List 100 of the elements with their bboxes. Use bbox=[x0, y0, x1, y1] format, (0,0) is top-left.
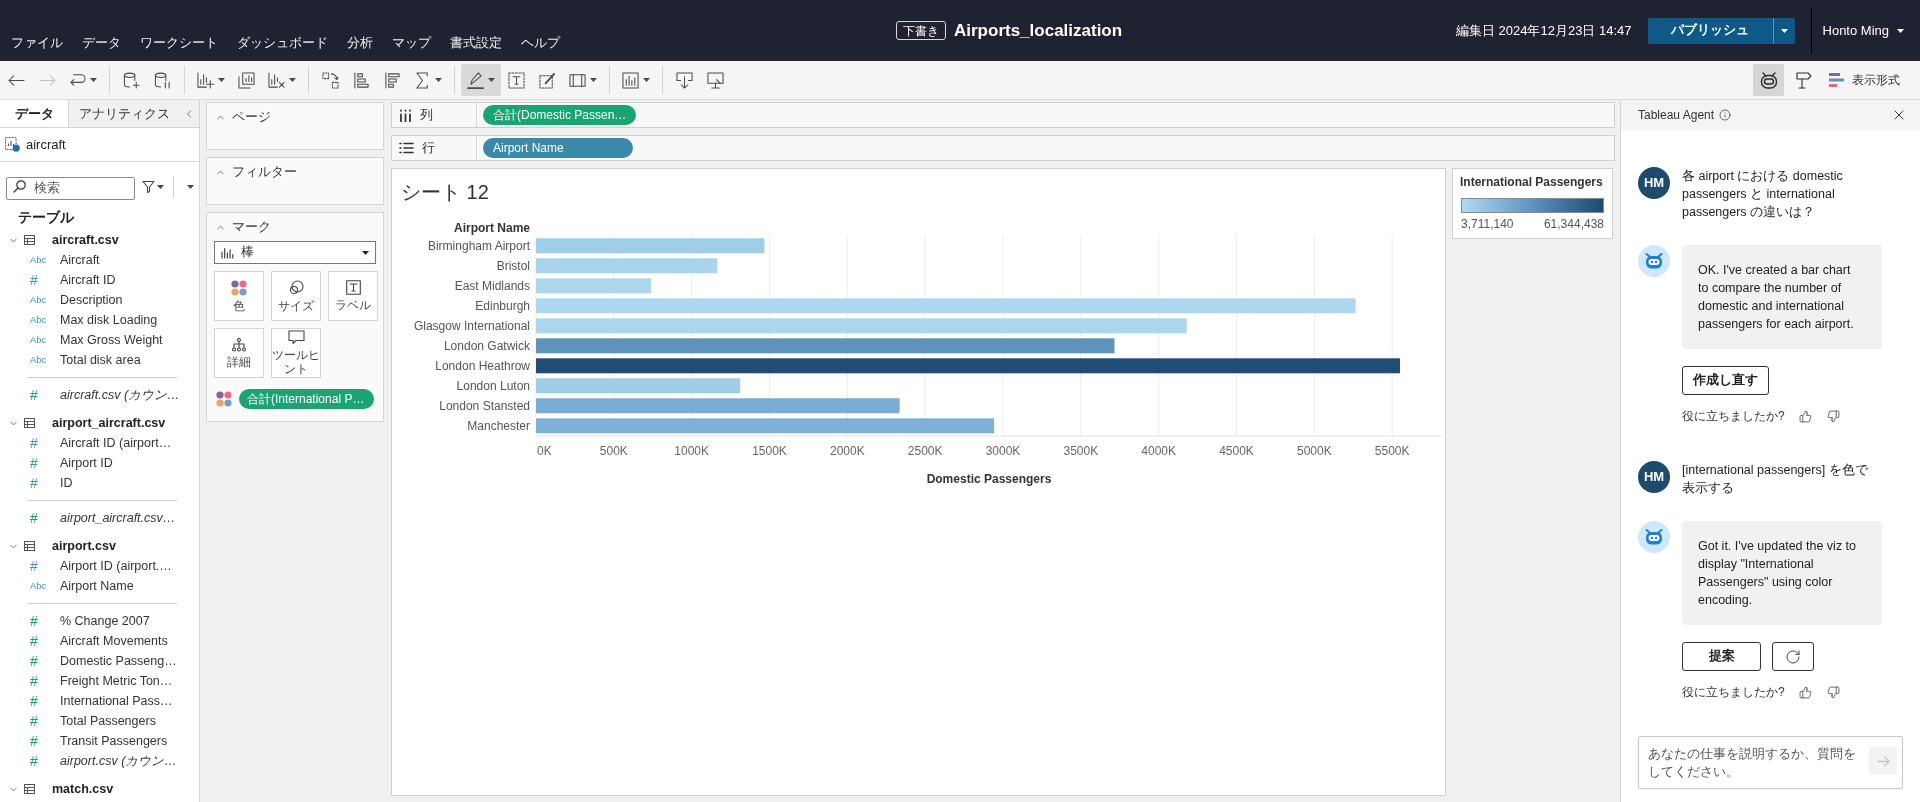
chart-add-icon bbox=[197, 71, 214, 89]
robot-avatar-icon bbox=[1638, 521, 1670, 553]
field-name[interactable]: International Pass… bbox=[60, 691, 173, 711]
menu-item[interactable]: 分析 bbox=[347, 35, 373, 51]
text-box-icon bbox=[345, 280, 361, 295]
caret-down-icon bbox=[289, 78, 296, 82]
signpost-icon bbox=[1794, 71, 1813, 89]
field-name[interactable]: Description bbox=[60, 290, 123, 310]
thumbs-up-icon[interactable] bbox=[1798, 409, 1812, 423]
four-dots-icon bbox=[216, 391, 232, 407]
field-name[interactable]: aircraft.csv (カウン… bbox=[60, 385, 180, 405]
search-icon bbox=[13, 180, 26, 193]
mark-type-dropdown[interactable]: 棒 bbox=[214, 241, 376, 264]
field-name[interactable]: Max Gross Weight bbox=[60, 330, 163, 350]
tick-label: 1000K bbox=[674, 444, 709, 458]
field-type-label: Abc bbox=[30, 579, 48, 593]
mark-property-button[interactable]: サイズ bbox=[271, 271, 321, 321]
menu-item[interactable]: ワークシート bbox=[140, 35, 218, 51]
agent-message: Got it. I've updated the viz to display "International Passengers" using color encoding. bbox=[1682, 521, 1882, 625]
search-field[interactable]: 検索 bbox=[6, 176, 135, 200]
tick-label: 5000K bbox=[1297, 444, 1332, 458]
tick-label: 3000K bbox=[985, 444, 1021, 458]
tick-label: 2000K bbox=[830, 444, 865, 458]
menu-item[interactable]: データ bbox=[82, 35, 121, 51]
field-type-label: # bbox=[30, 674, 39, 688]
user-menu-button[interactable]: Honto Ming bbox=[1822, 20, 1920, 41]
thumbs-up-icon[interactable] bbox=[1798, 685, 1812, 699]
field-type-label: Abc bbox=[30, 333, 48, 347]
mark-property-button[interactable]: 詳細 bbox=[214, 328, 264, 378]
field-type-label: # bbox=[30, 476, 39, 490]
card-title: マーク bbox=[232, 218, 271, 236]
tick-label: 4000K bbox=[1141, 444, 1177, 458]
field-name[interactable]: Aircraft ID bbox=[60, 270, 116, 290]
publish-menu-button[interactable] bbox=[1772, 17, 1795, 44]
table-name[interactable]: airport.csv bbox=[52, 536, 116, 556]
field-name[interactable]: Transit Passengers bbox=[60, 731, 168, 751]
datasource-icon bbox=[5, 137, 20, 152]
field-name[interactable]: Total Passengers bbox=[60, 711, 156, 731]
table-name[interactable]: match.csv bbox=[52, 779, 114, 799]
field-name[interactable]: Aircraft bbox=[60, 250, 100, 270]
mark-property-button[interactable]: ツールヒント bbox=[271, 328, 321, 378]
download-icon bbox=[676, 71, 693, 89]
toolbar-button[interactable] bbox=[1753, 64, 1784, 96]
feedback-prompt: 役に立ちましたか? bbox=[1682, 408, 1785, 425]
four-dots-icon bbox=[231, 279, 247, 296]
field-name[interactable]: Max disk Loading bbox=[60, 310, 158, 330]
action-button[interactable]: 提案 bbox=[1682, 642, 1761, 671]
format-button[interactable]: 表示形式 bbox=[1823, 64, 1906, 96]
chat-input-field[interactable]: あなたの仕事を説明するか、質問をしてください。 bbox=[1638, 736, 1903, 789]
menu-item[interactable]: ファイル bbox=[11, 35, 63, 51]
mark-property-button[interactable]: ラベル bbox=[328, 271, 378, 321]
field-name[interactable]: % Change 2007 bbox=[60, 611, 150, 631]
field-name[interactable]: ID bbox=[60, 473, 73, 493]
mark-property-button[interactable]: 色 bbox=[214, 271, 264, 321]
workbook-title: Airports_localization bbox=[954, 19, 1123, 42]
card-title: ページ bbox=[232, 108, 271, 126]
robot-avatar-icon bbox=[1638, 245, 1670, 277]
field-name[interactable]: Freight Metric Ton… bbox=[60, 671, 173, 691]
database-pause-icon bbox=[154, 71, 171, 89]
field-name[interactable]: airport_aircraft.csv… bbox=[60, 508, 176, 528]
toolbar-button[interactable] bbox=[461, 64, 501, 96]
field-pill[interactable]: Airport Name bbox=[483, 138, 633, 158]
data-source-name[interactable]: aircraft bbox=[26, 134, 66, 155]
menu-item[interactable]: ダッシュボード bbox=[237, 35, 328, 51]
thumbs-down-icon[interactable] bbox=[1826, 685, 1840, 699]
sort-descending-icon bbox=[384, 71, 401, 89]
category-label: Glasgow International bbox=[413, 319, 530, 333]
panel-tab[interactable]: アナリティクス bbox=[68, 100, 179, 127]
field-name[interactable]: Airport ID (airport.… bbox=[60, 556, 172, 576]
field-type-label: # bbox=[30, 436, 39, 450]
publish-button[interactable]: パブリッシュ bbox=[1647, 17, 1773, 44]
field-name[interactable]: Airport Name bbox=[60, 576, 134, 596]
axis-title: Domestic Passengers bbox=[926, 472, 1052, 486]
menu-item[interactable]: マップ bbox=[392, 35, 431, 51]
table-name[interactable]: airport_aircraft.csv bbox=[52, 413, 166, 433]
thumbs-down-icon[interactable] bbox=[1826, 409, 1840, 423]
tick-label: 0K bbox=[537, 444, 552, 458]
tick-label: 1500K bbox=[752, 444, 787, 458]
legend-value: 3,711,140 bbox=[1461, 216, 1514, 233]
action-button[interactable]: 作成し直す bbox=[1682, 366, 1769, 395]
loop-arrow-icon bbox=[69, 71, 86, 89]
field-name[interactable]: Airport ID bbox=[60, 453, 113, 473]
size-circles-icon bbox=[288, 279, 304, 296]
regenerate-button[interactable] bbox=[1772, 642, 1814, 671]
menu-item[interactable]: 書式設定 bbox=[450, 35, 502, 51]
field-name[interactable]: airport.csv (カウン… bbox=[60, 751, 177, 771]
info-icon[interactable] bbox=[1719, 109, 1732, 121]
category-label: East Midlands bbox=[454, 279, 530, 293]
field-type-label: # bbox=[30, 694, 39, 708]
agent-message: OK. I've created a bar chart to compare the number of domestic and international passengers for each airport. bbox=[1682, 245, 1882, 349]
tick-label: 2500K bbox=[907, 444, 943, 458]
field-name[interactable]: Aircraft ID (airport… bbox=[60, 433, 172, 453]
menu-item[interactable]: ヘルプ bbox=[521, 35, 560, 51]
category-label: London Stansted bbox=[439, 399, 530, 413]
field-name[interactable]: Total disk area bbox=[60, 350, 141, 370]
field-name[interactable]: Domestic Passeng… bbox=[60, 651, 177, 671]
table-name[interactable]: aircraft.csv bbox=[52, 230, 119, 250]
caret-down-icon bbox=[362, 250, 369, 255]
field-name[interactable]: Aircraft Movements bbox=[60, 631, 168, 651]
field-type-label: # bbox=[30, 273, 39, 287]
